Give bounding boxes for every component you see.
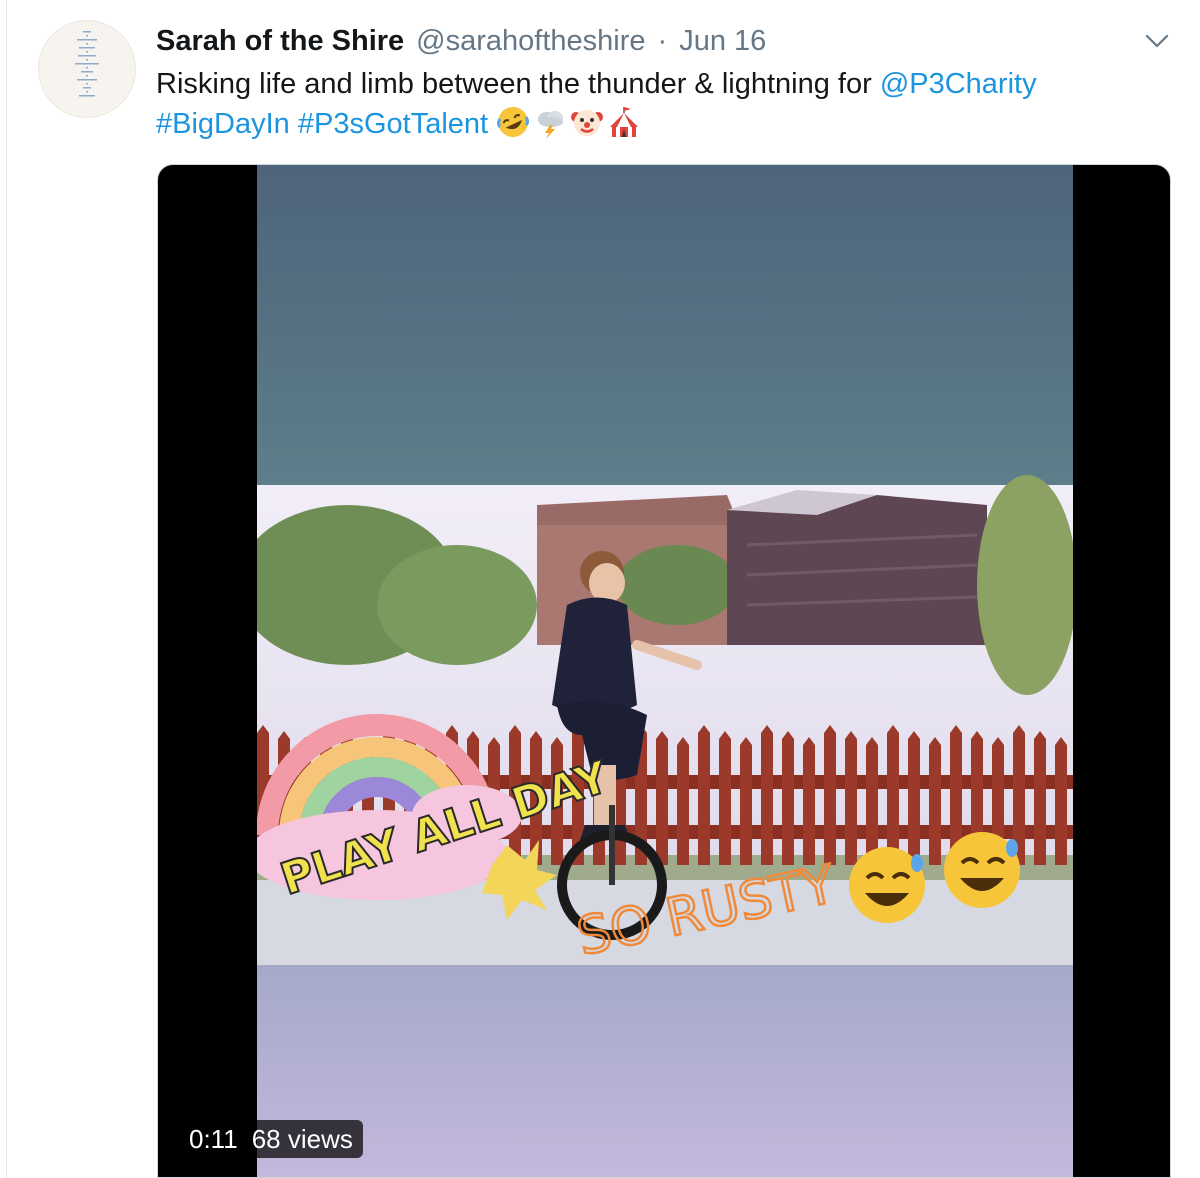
display-name[interactable]: Sarah of the Shire: [156, 22, 404, 60]
fence-picket: [845, 731, 857, 865]
tweet-text: Risking life and limb between the thunde…: [156, 64, 1166, 144]
video-view-count: 68 views: [251, 1123, 353, 1154]
tweet-date[interactable]: Jun 16: [679, 22, 766, 60]
cloud-lightning-emoji: [533, 105, 567, 139]
fence-picket: [929, 737, 941, 865]
video-stats-badge: 0:11 68 views: [177, 1120, 363, 1158]
tweet-card[interactable]: Sarah of the Shire @sarahoftheshire · Ju…: [0, 0, 1200, 1178]
fence-picket: [1055, 737, 1067, 865]
mention-link[interactable]: @P3Charity: [880, 68, 1037, 100]
fence-picket: [698, 725, 710, 865]
timeline-divider: [6, 0, 7, 1178]
video-duration: 0:11: [189, 1123, 238, 1154]
separator-dot: ·: [657, 25, 668, 57]
fence-picket: [740, 737, 752, 865]
fence-picket: [803, 737, 815, 865]
hashtag-link[interactable]: #BigDayIn: [156, 108, 290, 140]
avatar[interactable]: [38, 20, 136, 118]
tweet-header: Sarah of the Shire @sarahoftheshire · Ju…: [156, 22, 766, 60]
fence-picket: [656, 731, 668, 865]
video-frame[interactable]: PLAY ALL DAY SO RUSTY: [257, 165, 1073, 1177]
fence-picket: [887, 725, 899, 865]
fence-picket: [824, 725, 836, 865]
tweet-text-body: Risking life and limb between the thunde…: [156, 68, 880, 100]
circus-tent-emoji: [607, 105, 641, 139]
video-player[interactable]: PLAY ALL DAY SO RUSTY 0:11 68 views: [157, 164, 1171, 1178]
user-handle[interactable]: @sarahoftheshire: [416, 22, 645, 60]
fence-picket: [908, 731, 920, 865]
clown-face-emoji: [570, 105, 604, 139]
hashtag-link[interactable]: #P3sGotTalent: [298, 108, 488, 140]
fence-picket: [677, 737, 689, 865]
fence-picket: [719, 731, 731, 865]
fence-picket: [1034, 731, 1046, 865]
rolling-on-floor-laughing-emoji: [496, 105, 530, 139]
fence-picket: [782, 731, 794, 865]
fence-picket: [866, 737, 878, 865]
chevron-down-icon[interactable]: [1144, 30, 1170, 52]
fence-picket: [761, 725, 773, 865]
